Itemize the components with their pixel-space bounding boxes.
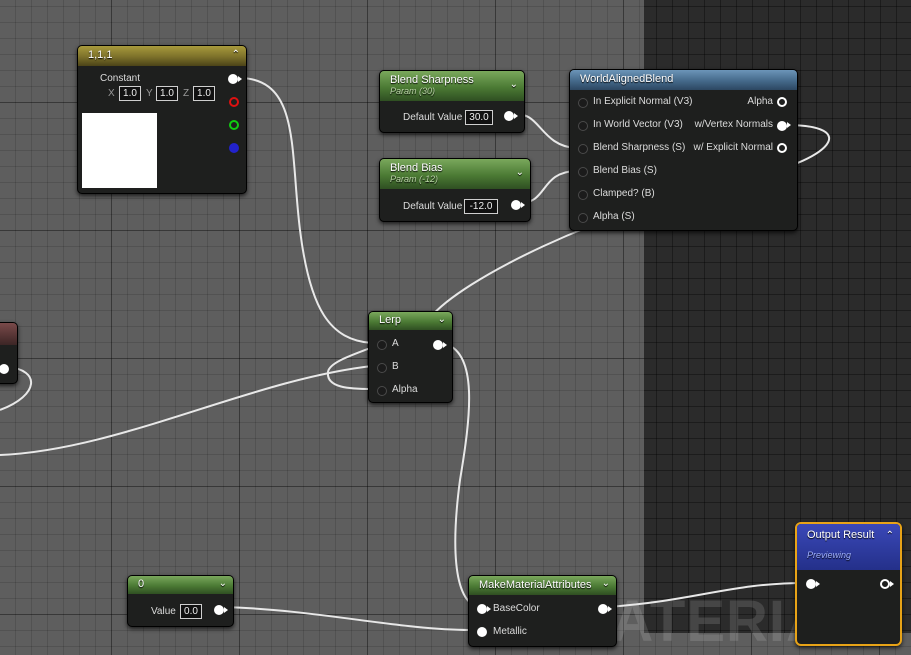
output-arrow-icon: [224, 607, 228, 613]
x-value-field[interactable]: 1.0: [119, 86, 141, 101]
output-pin-explicit-normal[interactable]: [777, 143, 787, 153]
input-pin-basecolor[interactable]: [477, 604, 487, 614]
output-pin[interactable]: [511, 200, 521, 210]
output-pin-vertex-normals[interactable]: [777, 121, 787, 131]
input-pin-metallic[interactable]: [477, 627, 487, 637]
node-subtitle: Param (30): [390, 86, 436, 96]
output-arrow-icon: [608, 606, 612, 612]
output-arrow-icon: [521, 202, 525, 208]
collapse-icon[interactable]: ⌃: [886, 530, 894, 541]
input-label-alpha: Alpha (S): [593, 211, 635, 222]
output-arrow-icon: [443, 342, 447, 348]
input-arrow-icon: [816, 581, 820, 587]
lerp-node[interactable]: Lerp ⌄ A B Alpha: [368, 311, 453, 403]
output-arrow-icon: [890, 581, 894, 587]
chevron-down-icon[interactable]: ⌄: [438, 314, 446, 325]
output-label-alpha: Alpha: [747, 96, 773, 107]
input-label-clamped: Clamped? (B): [593, 188, 655, 199]
input-pin-blend-bias[interactable]: [578, 167, 588, 177]
node-title: MakeMaterialAttributes: [479, 579, 592, 591]
input-pin-world-vector[interactable]: [578, 121, 588, 131]
output-result-node[interactable]: Output Result Previewing ⌃: [795, 522, 902, 646]
input-pin-clamped[interactable]: [578, 190, 588, 200]
x-label: X: [108, 88, 115, 99]
node-subtitle: Constant: [100, 73, 141, 84]
node-title: Blend Bias: [390, 162, 443, 174]
input-pin-blend-sharpness[interactable]: [578, 144, 588, 154]
output-pin[interactable]: [433, 340, 443, 350]
input-pin-alpha[interactable]: [377, 386, 387, 396]
default-value-field[interactable]: -12.0: [464, 199, 498, 214]
make-material-attributes-node[interactable]: MakeMaterialAttributes ⌄ BaseColor Metal…: [468, 575, 617, 647]
node-title: 0: [138, 578, 145, 590]
previewing-label: Previewing: [807, 550, 852, 560]
input-label-metallic: Metallic: [493, 626, 527, 637]
y-label: Y: [146, 88, 153, 99]
input-pin-explicit-normal[interactable]: [578, 98, 588, 108]
input-arrow-icon: [487, 606, 491, 612]
node-title: Lerp: [379, 314, 402, 326]
output-pin-g[interactable]: [229, 120, 239, 130]
wire-left-node-to-lerp-b[interactable]: [0, 365, 373, 456]
input-label-alpha: Alpha: [392, 384, 418, 395]
node-title: WorldAlignedBlend: [580, 73, 674, 85]
wire-mma-to-output[interactable]: [607, 582, 807, 608]
input-label-blend-sharpness: Blend Sharpness (S): [593, 142, 686, 153]
y-value-field[interactable]: 1.0: [156, 86, 178, 101]
input-label-a: A: [392, 338, 399, 349]
offscreen-left-node[interactable]: [0, 322, 18, 384]
wire-constant-to-lerp-a[interactable]: [240, 77, 373, 344]
value-label: Value: [151, 606, 176, 617]
scalar-zero-node[interactable]: 0 ⌄ Value 0.0: [127, 575, 234, 627]
output-pin[interactable]: [880, 579, 890, 589]
input-label-blend-bias: Blend Bias (S): [593, 165, 657, 176]
input-pin-a[interactable]: [377, 340, 387, 350]
input-label-basecolor: BaseColor: [493, 603, 540, 614]
blend-bias-node[interactable]: Blend Bias Param (-12) ⌄ Default Value -…: [379, 158, 531, 222]
blend-sharpness-node[interactable]: Blend Sharpness Param (30) ⌄ Default Val…: [379, 70, 525, 133]
z-value-field[interactable]: 1.0: [193, 86, 215, 101]
wire-scalar-to-metallic[interactable]: [223, 606, 471, 631]
output-pin[interactable]: [598, 604, 608, 614]
color-preview-swatch: [82, 113, 157, 188]
collapse-icon[interactable]: ⌃: [232, 49, 240, 60]
constant3-node[interactable]: 1,1,1 ⌃ Constant X 1.0 Y 1.0 Z 1.0: [77, 45, 247, 194]
chevron-down-icon[interactable]: ⌄: [602, 578, 610, 589]
node-title: Output Result: [807, 529, 875, 541]
output-pin[interactable]: [214, 605, 224, 615]
output-pin-b[interactable]: [229, 143, 239, 153]
output-arrow-icon: [238, 76, 242, 82]
input-label-b: B: [392, 361, 399, 372]
input-pin-b[interactable]: [377, 363, 387, 373]
chevron-down-icon[interactable]: ⌄: [516, 167, 524, 178]
chevron-down-icon[interactable]: ⌄: [219, 578, 227, 589]
output-pin[interactable]: [504, 111, 514, 121]
output-label-vertex-normals: w/Vertex Normals: [694, 119, 773, 130]
output-pin-rgb[interactable]: [228, 74, 238, 84]
output-pin-r[interactable]: [229, 97, 239, 107]
output-pin[interactable]: [0, 364, 9, 374]
node-title: Blend Sharpness: [390, 74, 474, 86]
default-value-label: Default Value: [403, 201, 463, 212]
world-aligned-blend-node[interactable]: WorldAlignedBlend In Explicit Normal (V3…: [569, 69, 798, 231]
value-field[interactable]: 0.0: [180, 604, 202, 619]
z-label: Z: [183, 88, 190, 99]
output-pin-alpha[interactable]: [777, 97, 787, 107]
input-label-world-vector: In World Vector (V3): [593, 119, 683, 130]
input-label-explicit-normal: In Explicit Normal (V3): [593, 96, 693, 107]
output-label-explicit-normal: w/ Explicit Normal: [693, 142, 773, 153]
input-pin[interactable]: [806, 579, 816, 589]
output-arrow-icon: [787, 122, 791, 128]
node-subtitle: Param (-12): [390, 174, 439, 184]
chevron-down-icon[interactable]: ⌄: [510, 79, 518, 90]
node-title: 1,1,1: [88, 49, 113, 61]
input-pin-alpha[interactable]: [578, 213, 588, 223]
default-value-field[interactable]: 30.0: [465, 110, 493, 125]
output-arrow-icon: [514, 113, 518, 119]
default-value-label: Default Value: [403, 112, 463, 123]
